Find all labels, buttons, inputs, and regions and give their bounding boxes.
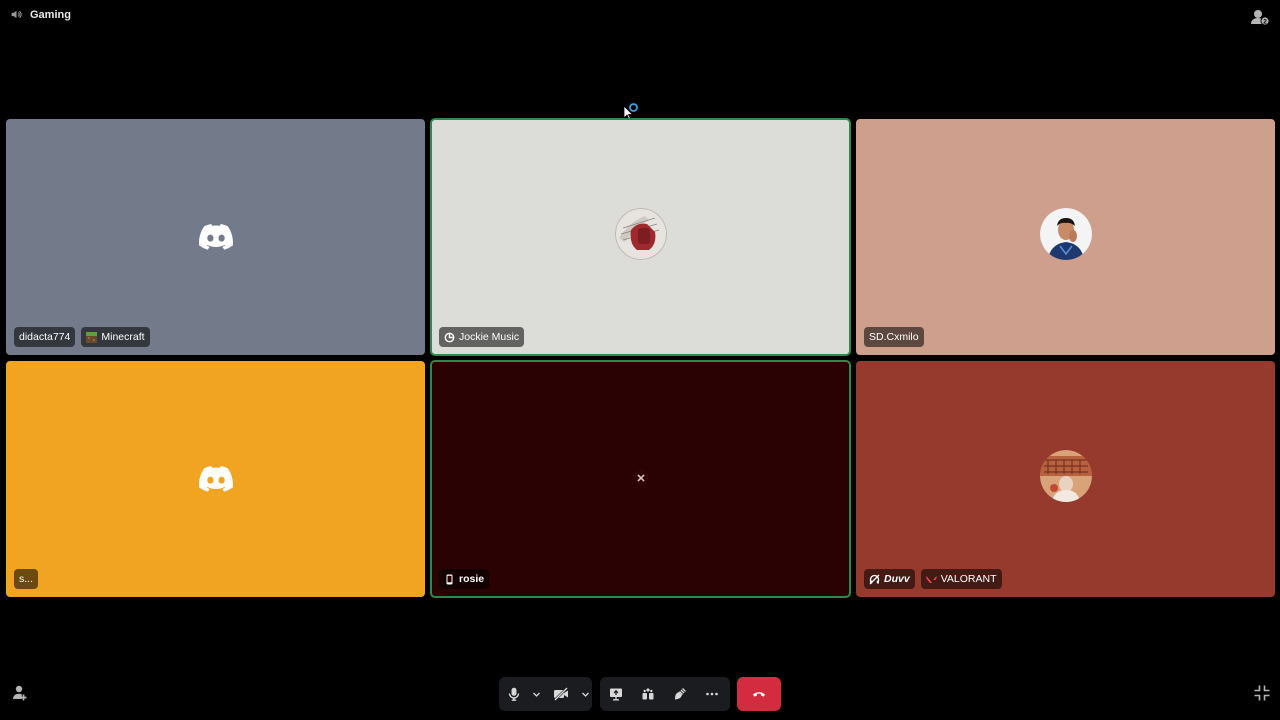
tile-tags: Duvv VALORANT	[864, 569, 1002, 589]
user-photo-avatar	[1039, 208, 1092, 260]
screen-share-button[interactable]	[600, 677, 632, 711]
speaker-icon	[11, 10, 22, 19]
top-bar: Gaming 2	[0, 0, 1280, 32]
username-tag: didacta774	[14, 327, 76, 347]
activity-controls	[600, 677, 730, 711]
username-tag: Duvv	[864, 569, 915, 589]
username-tag: s...	[14, 569, 39, 589]
tile-tags: s...	[14, 569, 39, 589]
chevron-down-icon	[532, 692, 540, 697]
colosseum-photo-avatar	[1039, 450, 1092, 502]
activity-tag: VALORANT	[920, 569, 1002, 589]
music-bot-avatar	[614, 208, 667, 260]
participant-tile-rosie[interactable]: rosie	[430, 360, 851, 598]
tile-tags: Jockie Music	[439, 327, 525, 347]
tile-tags: rosie	[439, 569, 490, 589]
tile-tags: SD.Cxmilo	[864, 327, 924, 347]
mic-button[interactable]	[499, 677, 529, 711]
activity-tag: Minecraft	[81, 327, 150, 347]
participant-tile-jockie-music[interactable]: Jockie Music	[430, 118, 851, 356]
participant-tile-sd-cxmilo[interactable]: SD.Cxmilo	[856, 119, 1275, 355]
more-icon	[706, 692, 718, 696]
activity-people-button[interactable]: 2	[1250, 8, 1270, 26]
participant-tile-didacta774[interactable]: didacta774 Minecraft	[6, 119, 425, 355]
activity-name: Minecraft	[101, 331, 145, 343]
camera-off-icon	[553, 687, 568, 701]
username: Duvv	[884, 573, 910, 585]
bot-icon	[444, 332, 455, 342]
discord-default-avatar-icon	[198, 466, 233, 492]
tile-tags: didacta774 Minecraft	[14, 327, 150, 347]
username: Jockie Music	[459, 331, 520, 343]
username: rosie	[459, 573, 485, 585]
small-dark-avatar	[632, 470, 649, 486]
deafened-icon	[869, 574, 880, 584]
more-options-button[interactable]	[696, 677, 728, 711]
minecraft-icon	[86, 331, 98, 343]
mic-options-button[interactable]	[529, 677, 543, 711]
disconnect-button[interactable]	[737, 677, 781, 711]
activity-people-icon: 2	[1251, 10, 1270, 26]
chevron-down-icon	[581, 692, 589, 697]
screen-share-icon	[610, 688, 622, 701]
microphone-icon	[508, 687, 520, 701]
camera-options-button[interactable]	[578, 677, 592, 711]
participant-tile-duvv[interactable]: Duvv VALORANT	[856, 361, 1275, 597]
soundboard-icon	[675, 688, 686, 700]
valorant-icon	[926, 575, 937, 583]
activity-count-badge: 2	[1263, 19, 1267, 26]
mobile-phone-icon	[446, 574, 453, 584]
channel-name: Gaming	[30, 8, 71, 21]
activity-name: VALORANT	[940, 573, 997, 585]
add-person-icon[interactable]	[10, 684, 28, 702]
voice-video-controls	[499, 677, 592, 711]
exit-fullscreen-icon[interactable]	[1253, 684, 1271, 702]
username-tag: rosie	[439, 569, 490, 589]
camera-button[interactable]	[543, 677, 578, 711]
discord-default-avatar-icon	[198, 224, 233, 250]
hang-up-icon	[753, 692, 765, 697]
channel-header: Gaming	[10, 8, 71, 21]
username-tag: Jockie Music	[439, 327, 525, 347]
participant-tile-s[interactable]: s...	[6, 361, 425, 597]
activities-button[interactable]	[632, 677, 664, 711]
username-tag: SD.Cxmilo	[864, 327, 924, 347]
activities-icon	[642, 688, 654, 700]
soundboard-button[interactable]	[664, 677, 696, 711]
call-controls-bar	[0, 672, 1280, 716]
